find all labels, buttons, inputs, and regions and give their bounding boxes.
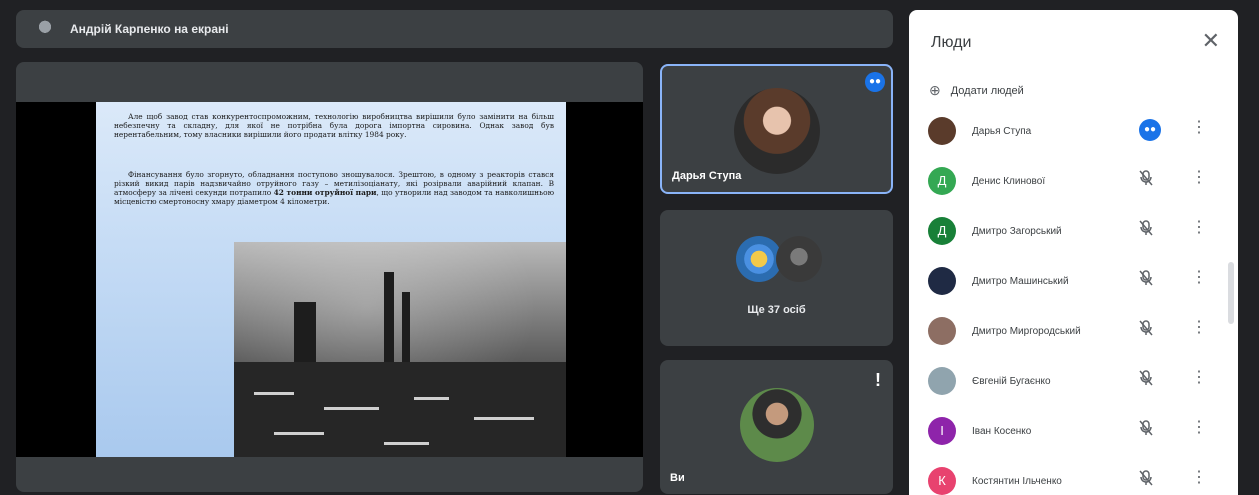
avatar — [928, 117, 956, 145]
avatar — [734, 88, 820, 174]
more-options-icon[interactable]: ⋮ — [1191, 218, 1207, 238]
screen-share-area: Але щоб завод став конкурентоспроможним,… — [16, 102, 643, 457]
more-options-icon[interactable]: ⋮ — [1191, 168, 1207, 188]
shared-slide: Але щоб завод став конкурентоспроможним,… — [96, 102, 566, 457]
avatar — [776, 236, 822, 282]
participant-row[interactable]: Євгеній Бугаєнко ⋮ — [909, 356, 1238, 406]
more-options-icon[interactable]: ⋮ — [1191, 368, 1207, 388]
participant-row[interactable]: Дарья Ступа ●● ⋮ — [909, 106, 1238, 156]
participant-tile-speaker[interactable]: ●● Дарья Ступа — [660, 64, 893, 194]
participant-row[interactable]: Д Денис Клинової ⋮ — [909, 156, 1238, 206]
slide-paragraph-2-bold: 42 тонни отруйної пари — [273, 188, 377, 197]
more-options-icon[interactable]: ⋮ — [1191, 418, 1207, 438]
more-participants-label: Ще 37 осіб — [747, 304, 806, 316]
participant-name: Іван Косенко — [972, 425, 1032, 437]
more-options-icon[interactable]: ⋮ — [1191, 468, 1207, 488]
panel-title: Люди — [931, 34, 972, 51]
mic-off-icon[interactable] — [1139, 270, 1153, 289]
participant-name: Денис Клинової — [972, 175, 1046, 187]
avatar — [928, 267, 956, 295]
add-people-button[interactable]: ⊕ Додати людей — [929, 82, 1024, 99]
add-person-icon: ⊕ — [929, 82, 941, 98]
audio-wave-icon: ●● — [865, 72, 885, 92]
tile-name: Дарья Ступа — [672, 170, 742, 182]
avatar: К — [928, 467, 956, 495]
participant-row[interactable]: Дмитро Машинський ⋮ — [909, 256, 1238, 306]
exclamation-icon[interactable]: ! — [875, 370, 881, 391]
participant-tile-self[interactable]: ! Ви — [660, 360, 893, 494]
avatar: І — [928, 417, 956, 445]
more-options-icon[interactable]: ⋮ — [1191, 118, 1207, 138]
participant-name: Дмитро Миргородський — [972, 325, 1081, 337]
people-panel: Люди ✕ ⊕ Додати людей Дарья Ступа ●● ⋮ Д Ден… — [909, 10, 1238, 495]
participant-row[interactable]: Д Дмитро Загорський ⋮ — [909, 206, 1238, 256]
avatar — [928, 367, 956, 395]
slide-paragraph-2: Фінансування було згорнуто, обладнання п… — [114, 170, 554, 206]
mic-off-icon[interactable] — [1139, 170, 1153, 189]
more-options-icon[interactable]: ⋮ — [1191, 268, 1207, 288]
historical-photo — [234, 242, 566, 457]
scrollbar[interactable] — [1228, 262, 1234, 324]
mic-off-icon[interactable] — [1139, 470, 1153, 489]
participant-row[interactable]: І Іван Косенко ⋮ — [909, 406, 1238, 456]
avatar: Д — [928, 167, 956, 195]
tile-name: Ви — [670, 472, 685, 484]
participant-name: Костянтин Ільченко — [972, 475, 1062, 487]
close-icon[interactable]: ✕ — [1202, 28, 1220, 54]
participant-name: Дмитро Загорський — [972, 225, 1062, 237]
avatar: Д — [928, 217, 956, 245]
avatar-group — [736, 236, 826, 284]
participant-name: Дарья Ступа — [972, 125, 1032, 137]
participants-list: Дарья Ступа ●● ⋮ Д Денис Клинової ⋮ Д Дмитро За… — [909, 106, 1238, 495]
audio-wave-icon[interactable]: ●● — [1139, 119, 1161, 141]
participant-tile-more[interactable]: Ще 37 осіб — [660, 210, 893, 346]
participant-row[interactable]: Дмитро Миргородський ⋮ — [909, 306, 1238, 356]
mic-off-icon[interactable] — [1139, 370, 1153, 389]
presenting-title: Андрій Карпенко на екрані — [70, 22, 229, 36]
add-people-label: Додати людей — [950, 84, 1024, 97]
presenting-bar: Андрій Карпенко на екрані — [16, 10, 893, 48]
slide-paragraph-1: Але щоб завод став конкурентоспроможним,… — [114, 112, 554, 139]
avatar — [928, 317, 956, 345]
avatar — [740, 388, 814, 462]
more-options-icon[interactable]: ⋮ — [1191, 318, 1207, 338]
mic-off-icon[interactable] — [1139, 420, 1153, 439]
participant-row[interactable]: К Костянтин Ільченко ⋮ — [909, 456, 1238, 495]
mic-off-icon[interactable] — [1139, 320, 1153, 339]
presenter-avatar — [34, 18, 56, 40]
participant-name: Дмитро Машинський — [972, 275, 1069, 287]
mic-off-icon[interactable] — [1139, 220, 1153, 239]
participant-name: Євгеній Бугаєнко — [972, 375, 1051, 387]
presentation-stage[interactable]: Але щоб завод став конкурентоспроможним,… — [16, 62, 643, 492]
